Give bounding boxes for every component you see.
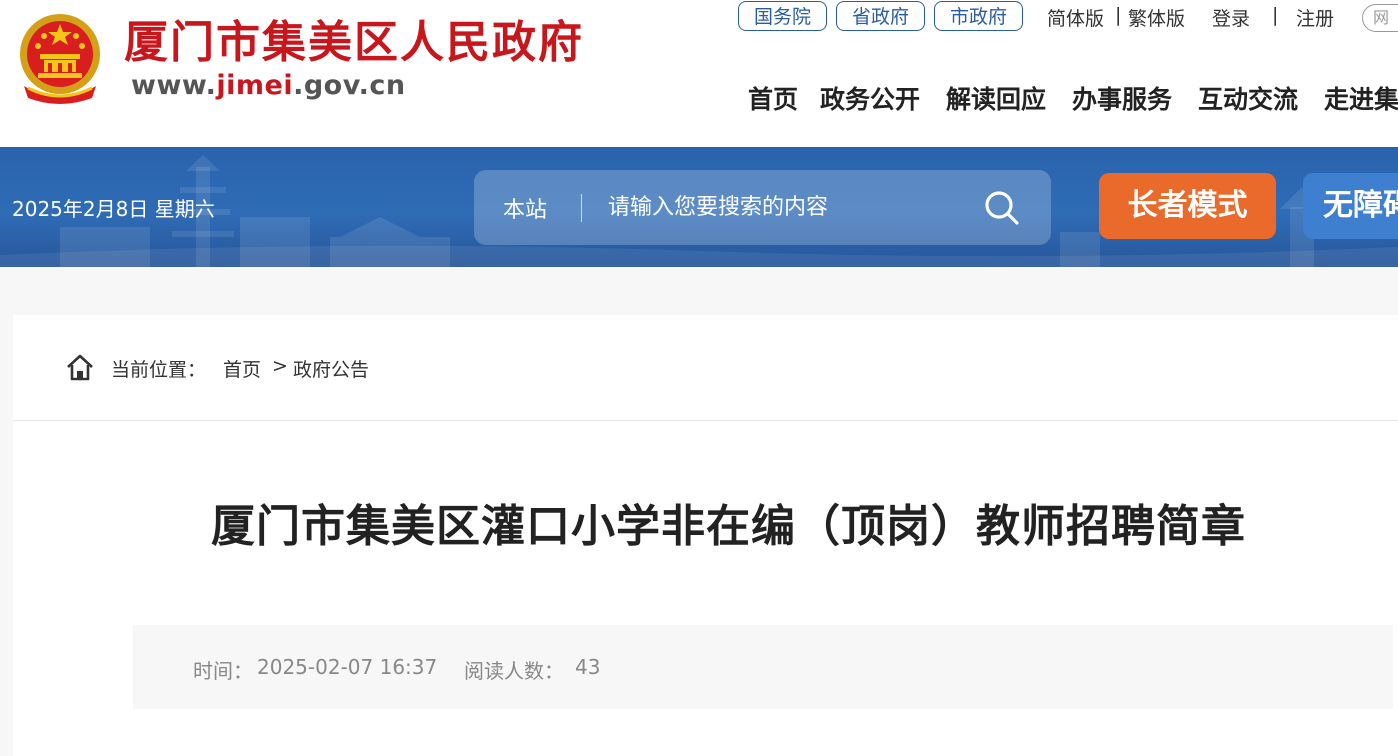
nav-item-about-jimei[interactable]: 走进集 (1324, 80, 1398, 116)
article-panel: 当前位置： 首页 > 政府公告 厦门市集美区灌口小学非在编（顶岗）教师招聘简章 … (13, 315, 1398, 756)
nav-item-interaction[interactable]: 互动交流 (1198, 80, 1298, 116)
article-meta: 时间： 2025-02-07 16:37 阅读人数： 43 (133, 625, 1393, 709)
national-emblem-icon (20, 14, 100, 104)
link-provincial-government[interactable]: 省政府 (836, 1, 925, 31)
read-count-label: 阅读人数： (464, 659, 564, 683)
lang-traditional-link[interactable]: 繁体版 (1128, 4, 1185, 31)
lang-simplified-link[interactable]: 简体版 (1047, 4, 1104, 31)
home-icon (67, 354, 93, 381)
nav-item-government-affairs[interactable]: 政务公开 (820, 80, 920, 116)
search-icon[interactable] (982, 188, 1022, 228)
elder-mode-button[interactable]: 长者模式 (1099, 173, 1276, 239)
link-partial-network[interactable]: 网 (1362, 4, 1398, 32)
site-search-box: 本站 (474, 170, 1051, 245)
breadcrumb-label: 当前位置： (111, 359, 207, 381)
link-state-council[interactable]: 国务院 (738, 1, 827, 31)
read-count-value: 43 (575, 655, 601, 679)
lang-separator: | (1115, 4, 1122, 26)
breadcrumb-separator: > (272, 355, 288, 377)
publish-time-value: 2025-02-07 16:37 (257, 655, 438, 679)
register-link[interactable]: 注册 (1296, 4, 1334, 31)
site-url: www.jimei.gov.cn (131, 70, 406, 101)
nav-item-interpretation[interactable]: 解读回应 (946, 80, 1046, 116)
site-name[interactable]: 厦门市集美区人民政府 (124, 14, 584, 72)
site-url-highlight: jimei (216, 70, 294, 101)
publish-time-label: 时间： (193, 659, 253, 683)
link-city-government[interactable]: 市政府 (934, 1, 1023, 31)
site-url-suffix: .gov.cn (293, 70, 406, 101)
user-separator: | (1272, 4, 1279, 26)
article-title: 厦门市集美区灌口小学非在编（顶岗）教师招聘简章 (211, 501, 1246, 552)
site-header: 厦门市集美区人民政府 www.jimei.gov.cn 国务院 省政府 市政府 … (0, 0, 1398, 147)
breadcrumb-current-link[interactable]: 政府公告 (293, 355, 369, 382)
breadcrumb-home-link[interactable]: 首页 (223, 355, 261, 382)
search-divider (581, 194, 582, 222)
search-input[interactable] (608, 188, 948, 226)
site-url-prefix: www. (131, 70, 217, 101)
accessibility-button[interactable]: 无障碍 (1303, 173, 1398, 239)
nav-item-home[interactable]: 首页 (748, 80, 798, 116)
search-banner: 2025年2月8日 星期六 本站 长者模式 无障碍 (0, 147, 1398, 267)
breadcrumb: 当前位置： 首页 > 政府公告 (13, 315, 1398, 421)
current-date: 2025年2月8日 星期六 (12, 197, 215, 221)
nav-item-services[interactable]: 办事服务 (1072, 80, 1172, 116)
login-link[interactable]: 登录 (1212, 4, 1250, 31)
search-scope-selector[interactable]: 本站 (503, 192, 547, 224)
